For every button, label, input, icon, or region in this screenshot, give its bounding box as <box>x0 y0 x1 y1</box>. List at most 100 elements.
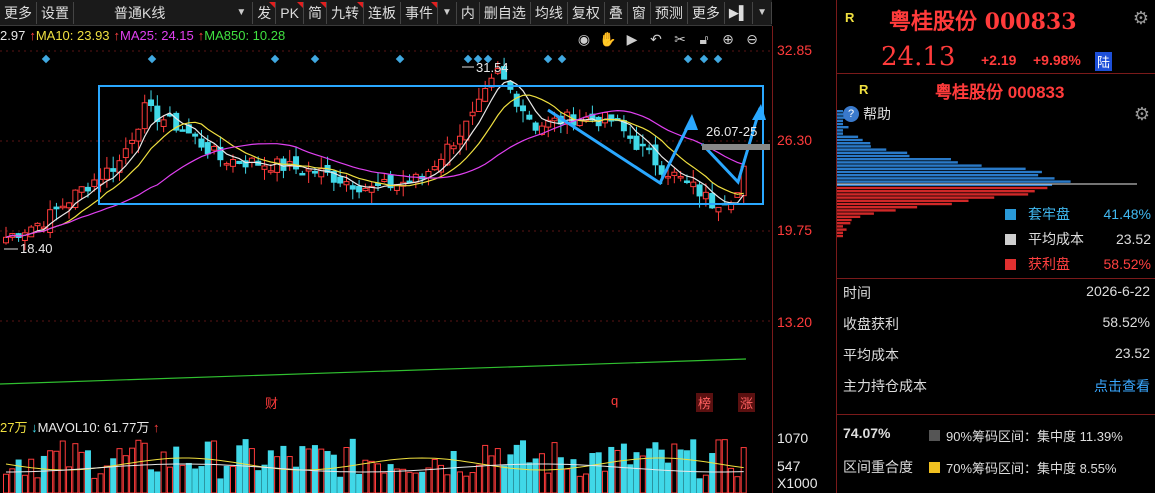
toolbar-item-lianban[interactable]: 连板 <box>364 1 401 24</box>
scissors-icon[interactable]: ✂ <box>670 29 690 49</box>
volume-bar <box>601 470 608 493</box>
volume-bar <box>356 473 363 493</box>
stat-row-main-cost: 主力持仓成本 点击查看 <box>843 376 1150 396</box>
volume-bar <box>406 471 413 493</box>
help-icon: ? <box>843 106 859 122</box>
candle-body <box>456 135 463 145</box>
volume-bar <box>494 448 501 493</box>
volume-bar <box>166 466 173 493</box>
candle-body <box>696 184 703 197</box>
toolbar-menu-caret[interactable]: ▼ <box>753 1 772 24</box>
chevron-down-icon: ▼ <box>441 7 452 18</box>
signal-diamond <box>699 54 709 64</box>
chevron-down-icon: ▼ <box>757 7 767 18</box>
candle-body <box>639 143 646 147</box>
play-icon[interactable]: ▶ <box>622 29 642 49</box>
legend-label: 平均成本 <box>1028 231 1084 247</box>
ma10-item: ↑MA10: 23.93 <box>29 28 109 46</box>
toolbar-item-adjust[interactable]: 复权 <box>568 1 605 24</box>
volume-bar <box>425 467 432 493</box>
chip-bar <box>837 151 908 154</box>
stat-row-time: 时间 2026-6-22 <box>843 283 1150 303</box>
conc-90-text: 90%筹码区间：集中度 11.39% <box>946 429 1123 444</box>
volume-bar <box>274 456 281 493</box>
toolbar-item-fa[interactable]: 发 <box>253 1 277 24</box>
settings-button[interactable]: 设置 <box>37 1 74 24</box>
volume-bar <box>551 442 558 493</box>
volume-bar <box>526 462 533 493</box>
candle-body <box>293 156 300 170</box>
more-left-button[interactable]: 更多 <box>0 1 37 24</box>
volume-bar <box>173 446 180 493</box>
toolbar-item-jiuzhuan[interactable]: 九转 <box>327 1 364 24</box>
volume-bar <box>671 443 678 493</box>
zoom-in-icon[interactable]: ⊕ <box>718 29 738 49</box>
volume-bar <box>84 450 91 493</box>
toolbar-item-overlay[interactable]: 叠 <box>605 1 628 24</box>
volume-bar <box>431 458 438 493</box>
event-marker-finance[interactable]: 财 <box>265 393 278 412</box>
chip-distribution: R 粤桂股份 000833 ⚙ ? 帮助 套牢盘 41.48% 平均成本 23.… <box>837 76 1155 276</box>
volume-bar <box>34 477 41 493</box>
chip-bar <box>837 218 852 222</box>
volume-tick-label: 1070 <box>777 430 809 446</box>
toolbar-item-jian[interactable]: 简 <box>304 1 327 24</box>
volume-bar <box>91 477 98 493</box>
view-main-cost-link[interactable]: 点击查看 <box>1094 376 1150 396</box>
event-marker-q[interactable]: q <box>611 393 618 408</box>
volume-value: 27万 <box>0 420 28 435</box>
toolbar-item-more[interactable]: 更多 <box>688 1 725 24</box>
price-chart[interactable]: 31.54 18.40 26.07-25 <box>0 26 772 410</box>
toolbar-item-pk[interactable]: PK <box>276 1 304 24</box>
stock-name[interactable]: 粤桂股份 000833 <box>889 4 1077 36</box>
volume-bar <box>450 451 457 493</box>
volume-bar <box>217 478 224 493</box>
toolbar-item-ma[interactable]: 均线 <box>531 1 568 24</box>
price-tick-label: 13.20 <box>777 314 813 330</box>
zoom-out-icon[interactable]: ⊖ <box>742 29 762 49</box>
volume-bar <box>520 440 527 493</box>
candle-body <box>122 148 129 159</box>
toolbar-item-delete-watchlist[interactable]: 删自选 <box>480 1 531 24</box>
eye-icon[interactable]: ◉ <box>574 29 594 49</box>
volume-bar <box>267 450 274 493</box>
hand-icon[interactable]: ✋ <box>598 29 618 49</box>
help-button[interactable]: ? 帮助 <box>843 104 891 124</box>
toolbar-item-shijian[interactable]: 事件 <box>401 1 438 24</box>
event-marker-rank[interactable]: 榜 <box>696 393 714 412</box>
candle-body <box>475 98 482 112</box>
legend-label: 获利盘 <box>1028 256 1070 272</box>
candle-body <box>211 145 218 151</box>
chip-legend-avg-cost: 平均成本 23.52 <box>1005 229 1151 249</box>
toolbar-item-nei[interactable]: 内 <box>457 1 480 24</box>
candle-body <box>702 191 709 200</box>
volume-bar <box>702 474 709 493</box>
kline-type-select[interactable]: 普通K线 ▼ <box>74 1 254 24</box>
price-change-pct: +9.98% <box>1033 52 1081 68</box>
candle-body <box>34 222 41 227</box>
legend-label: 套牢盘 <box>1028 206 1070 222</box>
undo-icon[interactable]: ↶ <box>646 29 666 49</box>
toolbar-dropdown[interactable]: ▼ <box>438 1 457 24</box>
volume-bar <box>475 464 482 493</box>
toolbar-item-forecast[interactable]: 预测 <box>651 1 688 24</box>
volume-bar <box>412 472 419 493</box>
toolbar-item-window[interactable]: 窗 <box>628 1 651 24</box>
volume-bar <box>305 448 312 493</box>
chip-bar <box>837 167 1026 170</box>
gear-icon[interactable]: ⚙ <box>1133 8 1149 29</box>
candle-body <box>103 167 110 180</box>
volume-bar <box>665 462 672 493</box>
stat-label: 时间 <box>843 285 871 301</box>
lock-icon[interactable]: 🔓︎ <box>694 29 714 49</box>
volume-chart[interactable] <box>0 434 772 493</box>
event-marker-limit-up[interactable]: 涨 <box>738 393 756 412</box>
chip-bar <box>837 222 851 225</box>
volume-bar <box>343 447 350 493</box>
expand-panel-icon[interactable]: ▶▌ <box>725 1 754 24</box>
high-price-label: 31.54 <box>476 60 509 75</box>
last-price: 24.13 <box>881 42 956 72</box>
volume-bar <box>393 468 400 493</box>
candle-body <box>261 165 268 170</box>
stat-label: 收盘获利 <box>843 316 899 332</box>
